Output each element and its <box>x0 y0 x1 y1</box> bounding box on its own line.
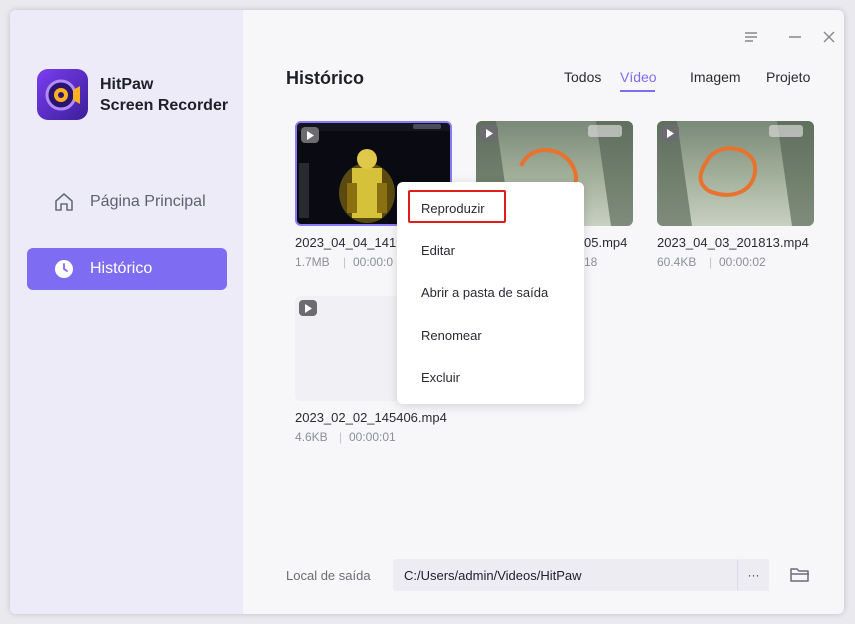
file-name: 2023_04_04_1419 <box>295 235 404 250</box>
play-icon <box>661 125 679 141</box>
tab-all[interactable]: Todos <box>564 69 601 85</box>
brand-line-1: HitPaw <box>100 76 154 93</box>
file-name: 2023_02_02_145406.mp4 <box>295 410 447 425</box>
menu-item-open-folder[interactable]: Abrir a pasta de saída <box>421 285 548 300</box>
menu-icon[interactable] <box>743 29 759 45</box>
browse-button[interactable]: ··· <box>737 559 769 591</box>
active-tab-indicator <box>620 90 655 92</box>
file-size: 4.6KB <box>295 430 328 444</box>
clock-icon <box>53 258 75 280</box>
file-duration: 00:00:0 <box>353 255 394 269</box>
play-icon <box>301 127 319 143</box>
menu-item-play[interactable]: Reproduzir <box>421 201 485 216</box>
minimize-icon[interactable] <box>787 29 803 45</box>
app-brand: HitPaw Screen Recorder <box>100 74 228 116</box>
file-size: 60.4KB <box>657 255 697 269</box>
file-duration: 00:00:01 <box>349 430 396 444</box>
output-path-field[interactable]: C:/Users/admin/Videos/HitPaw <box>393 559 737 591</box>
file-duration: 18 <box>584 255 598 269</box>
page-title: Histórico <box>286 68 365 88</box>
meta-divider: | <box>343 255 347 269</box>
tab-project[interactable]: Projeto <box>766 69 810 85</box>
close-icon[interactable] <box>821 29 837 45</box>
play-icon <box>480 125 498 141</box>
brand-line-2: Screen Recorder <box>100 97 229 114</box>
sidebar: HitPaw Screen Recorder Página Principal … <box>10 10 243 614</box>
menu-item-edit[interactable]: Editar <box>421 243 455 258</box>
tab-image[interactable]: Imagem <box>690 69 741 85</box>
output-location-label: Local de saída <box>286 568 371 583</box>
tab-video[interactable]: Vídeo <box>620 69 657 85</box>
sidebar-item-home[interactable]: Página Principal <box>27 181 227 223</box>
sidebar-item-history[interactable]: Histórico <box>27 248 227 290</box>
video-thumbnail[interactable] <box>657 121 814 226</box>
meta-divider: | <box>339 430 343 444</box>
app-window: HitPaw Screen Recorder Página Principal … <box>10 10 844 614</box>
file-duration: 00:00:02 <box>719 255 766 269</box>
open-folder-icon[interactable] <box>789 566 811 584</box>
output-path-text: C:/Users/admin/Videos/HitPaw <box>404 568 582 583</box>
home-icon <box>53 191 75 213</box>
play-icon <box>299 300 317 316</box>
menu-item-delete[interactable]: Excluir <box>421 370 460 385</box>
file-card[interactable] <box>657 121 814 226</box>
sidebar-item-label: Página Principal <box>90 193 206 210</box>
hitpaw-logo-icon <box>37 69 88 120</box>
meta-divider: | <box>709 255 713 269</box>
file-name: 2023_04_03_201813.mp4 <box>657 235 809 250</box>
sidebar-item-label: Histórico <box>90 260 153 277</box>
context-menu: Reproduzir Editar Abrir a pasta de saída… <box>397 182 584 404</box>
file-name: 05.mp4 <box>584 235 628 250</box>
file-size: 1.7MB <box>295 255 330 269</box>
menu-item-rename[interactable]: Renomear <box>421 328 482 343</box>
